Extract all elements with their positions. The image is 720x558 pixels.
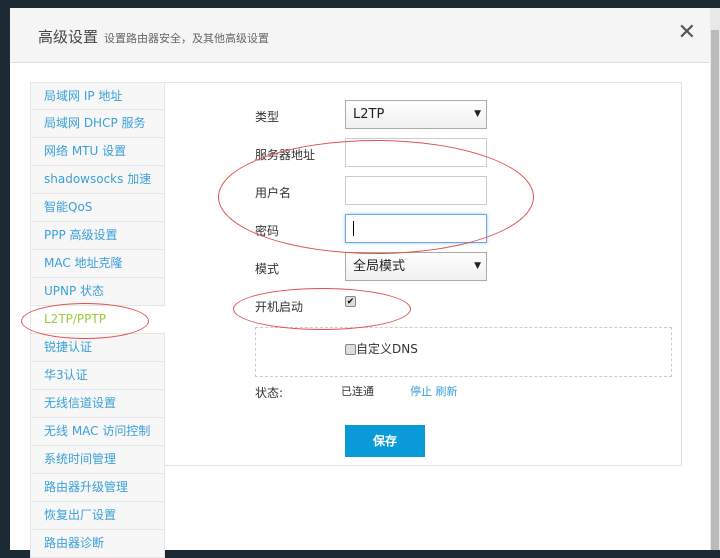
type-select[interactable]: L2TP ▼ [345, 100, 487, 129]
sidebar-item[interactable]: 局域网 DHCP 服务 [30, 110, 165, 138]
mode-label: 模式 [255, 262, 280, 276]
sidebar-item[interactable]: 网络 MTU 设置 [30, 138, 165, 166]
stop-link[interactable]: 停止 [410, 385, 432, 398]
type-value: L2TP [353, 107, 385, 122]
custom-dns-label: 自定义DNS [356, 342, 418, 356]
scrollbar[interactable] [710, 8, 720, 550]
status-label: 状态: [255, 386, 284, 400]
sidebar-item[interactable]: 局域网 IP 地址 [30, 82, 165, 110]
sidebar-item[interactable]: MAC 地址克隆 [30, 250, 165, 278]
mode-value: 全局模式 [353, 259, 406, 274]
sidebar-item[interactable]: 系统时间管理 [30, 446, 165, 474]
chevron-down-icon: ▼ [474, 109, 481, 119]
sidebar-item[interactable]: 无线 MAC 访问控制 [30, 418, 165, 446]
scrollbar-thumb[interactable] [711, 30, 719, 550]
modal-subtitle: 设置路由器安全，及其他高级设置 [104, 32, 270, 45]
close-icon[interactable]: ✕ [678, 20, 696, 45]
sidebar-item[interactable]: PPP 高级设置 [30, 222, 165, 250]
custom-dns-checkbox[interactable] [345, 344, 356, 355]
sidebar-item[interactable]: 路由器诊断 [30, 530, 165, 558]
mode-select[interactable]: 全局模式 ▼ [345, 252, 487, 281]
chevron-down-icon: ▼ [474, 261, 481, 271]
sidebar-item[interactable]: UPNP 状态 [30, 278, 165, 306]
refresh-link[interactable]: 刷新 [436, 385, 458, 398]
sidebar-item[interactable]: 无线信道设置 [30, 390, 165, 418]
title-text: 高级设置 [38, 28, 99, 46]
sidebar-item[interactable]: shadowsocks 加速 [30, 166, 165, 194]
annotation-ellipse [233, 288, 411, 330]
custom-dns-option[interactable]: 自定义DNS [345, 340, 418, 357]
modal-title: 高级设置 设置路由器安全，及其他高级设置 [38, 26, 269, 47]
annotation-ellipse [218, 140, 534, 254]
modal-header: 高级设置 设置路由器安全，及其他高级设置 ✕ [10, 8, 710, 63]
type-label: 类型 [255, 110, 280, 124]
sidebar-item[interactable]: 华3认证 [30, 362, 165, 390]
sidebar-item[interactable]: 路由器升级管理 [30, 474, 165, 502]
status-value: 已连通 [341, 385, 374, 398]
dns-section [255, 327, 672, 377]
sidebar-item[interactable]: 智能QoS [30, 194, 165, 222]
save-button[interactable]: 保存 [345, 425, 425, 457]
sidebar-item[interactable]: 恢复出厂设置 [30, 502, 165, 530]
annotation-ellipse [21, 303, 149, 339]
